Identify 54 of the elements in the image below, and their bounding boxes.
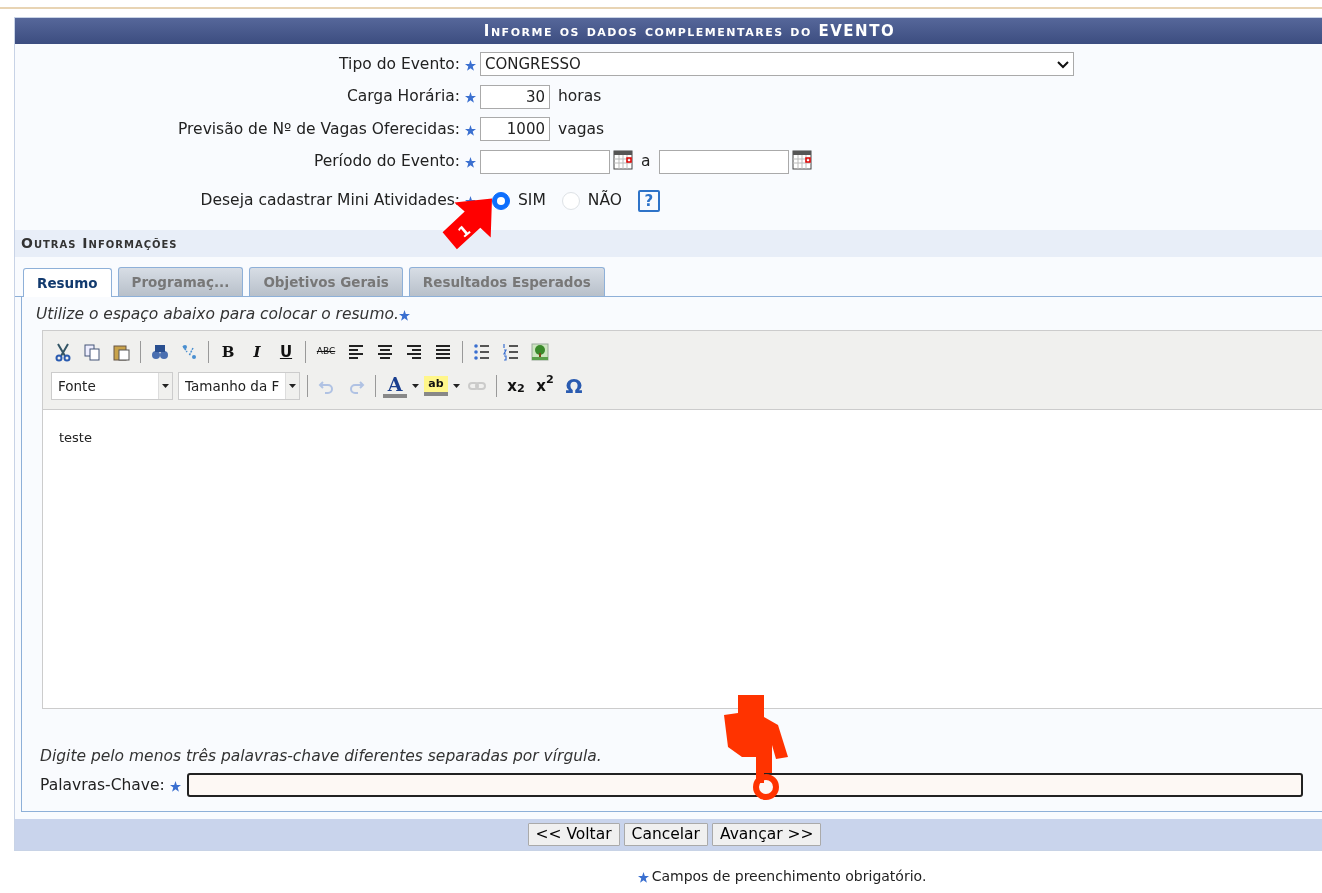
required-star-icon bbox=[464, 92, 476, 103]
caret-icon bbox=[162, 383, 169, 388]
field-label: Previsão de Nº de Vagas Oferecidas: bbox=[177, 118, 460, 140]
required-star-icon bbox=[170, 780, 182, 792]
calendar-icon[interactable] bbox=[791, 149, 812, 170]
number-input[interactable]: 30 bbox=[480, 84, 550, 109]
subscript-button[interactable]: x$_{2}$ bbox=[504, 373, 528, 398]
instruction-text: Digite pelo menos três palavras-chave diferentes separadas por vírgula. bbox=[40, 746, 603, 766]
text-color-button[interactable]: A bbox=[383, 373, 407, 398]
calendar-icon[interactable] bbox=[613, 149, 633, 170]
date-input[interactable] bbox=[658, 149, 789, 174]
instruction-text: Utilize o espaço abaixo para colocar o resumo. bbox=[36, 305, 399, 324]
bold-button[interactable]: B bbox=[216, 339, 240, 364]
step-number: 1 bbox=[454, 221, 475, 242]
required-star-icon bbox=[464, 157, 476, 168]
separator-label: a bbox=[641, 151, 651, 173]
caret-icon[interactable] bbox=[453, 383, 460, 388]
unit-label: horas bbox=[558, 86, 602, 108]
required-star-icon bbox=[638, 872, 650, 884]
field-label: Palavras-Chave: bbox=[40, 774, 165, 796]
underline-button[interactable]: U bbox=[274, 339, 298, 364]
tab[interactable]: Resumo bbox=[23, 268, 112, 298]
footnote-text: Campos de preenchimento obrigatório. bbox=[651, 868, 927, 885]
italic-button[interactable]: I bbox=[245, 339, 269, 364]
superscript-button[interactable]: x$^{2}$ bbox=[533, 373, 557, 398]
caret-icon[interactable] bbox=[412, 383, 419, 388]
form-title: Informe os dados complementares do EVENTO bbox=[15, 18, 1322, 44]
font-dropdown[interactable]: Fonte bbox=[51, 371, 173, 400]
special-character-button[interactable]: Ω bbox=[562, 373, 586, 398]
font-dropdown[interactable]: Tamanho da F bbox=[178, 371, 300, 400]
chevron-down-icon bbox=[1057, 60, 1069, 69]
field-label: Carga Horária: bbox=[345, 86, 460, 108]
date-input[interactable] bbox=[480, 149, 610, 174]
required-star-icon bbox=[464, 124, 476, 136]
nav-button[interactable]: Cancelar bbox=[623, 823, 708, 847]
number-input[interactable]: 1000 bbox=[480, 117, 550, 142]
nav-button[interactable]: << Voltar bbox=[527, 823, 620, 847]
help-button[interactable]: ? bbox=[637, 190, 660, 212]
option-label: NÃO bbox=[587, 189, 622, 212]
event-type-select[interactable]: CONGRESSO bbox=[480, 52, 1074, 77]
keywords-input[interactable] bbox=[186, 773, 1303, 798]
caret-icon bbox=[289, 383, 296, 388]
field-label: Período do Evento: bbox=[312, 151, 460, 173]
strikethrough-button[interactable]: ABC bbox=[313, 339, 339, 364]
field-label: Tipo do Evento: bbox=[338, 53, 460, 75]
option-label: SIM bbox=[518, 190, 546, 212]
radio-button[interactable] bbox=[492, 192, 510, 210]
nav-button[interactable]: Avançar >> bbox=[711, 823, 822, 847]
editor-text: teste bbox=[59, 429, 92, 445]
field-label: Deseja cadastrar Mini Atividades: bbox=[199, 190, 460, 212]
required-star-icon bbox=[464, 59, 476, 71]
required-star-icon bbox=[398, 310, 410, 322]
highlight-button[interactable]: ab bbox=[424, 375, 448, 396]
unit-label: vagas bbox=[558, 118, 605, 140]
